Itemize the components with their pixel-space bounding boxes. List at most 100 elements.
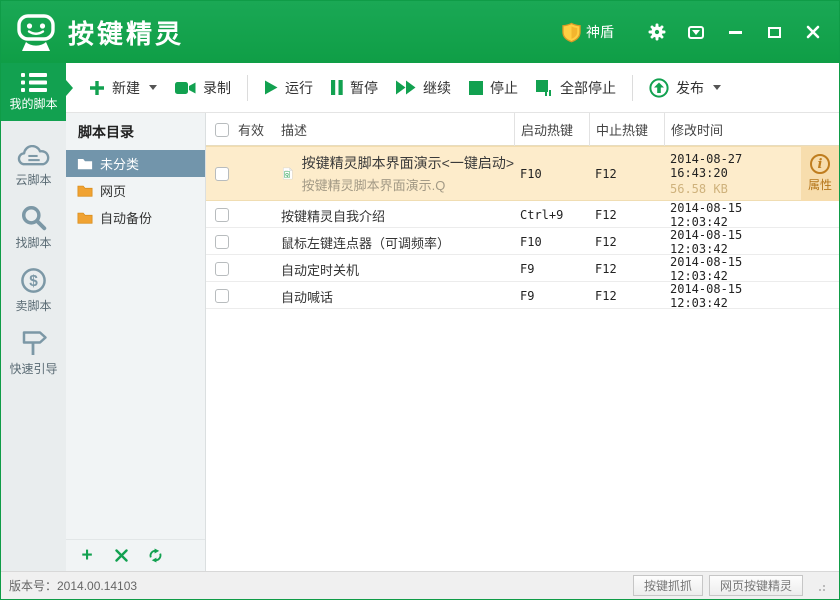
script-title: 自动定时关机: [281, 262, 360, 278]
script-directory-panel: 脚本目录 未分类 网页 自动备份 +: [66, 113, 206, 571]
minimize-to-tray-button[interactable]: [686, 22, 706, 42]
stop-all-icon: [536, 79, 551, 96]
stop-icon: [469, 80, 483, 95]
sidebar-item-quick-guide[interactable]: 快速引导: [1, 323, 66, 381]
app-window: 按键精灵 神盾 我的脚本 云脚本 找脚本 $ 卖脚本 快速引导 新建 录制 运行…: [0, 0, 840, 600]
refresh-button[interactable]: [146, 547, 164, 565]
directory-item-auto-backup[interactable]: 自动备份: [66, 204, 205, 231]
sidebar-item-find-scripts[interactable]: 找脚本: [1, 199, 66, 257]
modified-time: 2014-08-15 12:03:42: [670, 201, 743, 229]
sidebar-item-label: 快速引导: [9, 361, 58, 376]
refresh-icon: [149, 548, 161, 563]
script-filename: 按键精灵脚本界面演示.Q: [301, 178, 446, 193]
table-row[interactable]: 自动定时关机 F9 F12 2014-08-15 12:03:42: [206, 255, 839, 283]
close-icon: [806, 25, 820, 39]
continue-label: 继续: [423, 79, 451, 96]
key-capture-button[interactable]: 按键抓抓: [632, 575, 703, 596]
directory-item-label: 未分类: [100, 157, 140, 172]
modified-time: 2014-08-15 12:03:42: [670, 255, 743, 283]
row-checkbox[interactable]: [215, 166, 229, 181]
run-label: 运行: [285, 79, 313, 96]
sidebar-item-sell-scripts[interactable]: $ 卖脚本: [1, 261, 66, 319]
maximize-button[interactable]: [764, 22, 784, 42]
tray-icon: [688, 25, 704, 39]
stop-hotkey: F12: [595, 235, 617, 249]
modified-time: 2014-08-15 12:03:42: [670, 228, 743, 256]
fast-forward-icon: [396, 80, 416, 95]
resize-grip[interactable]: [815, 581, 825, 591]
start-hotkey: F10: [520, 166, 542, 181]
stop-hotkey: F12: [595, 262, 617, 276]
add-folder-button[interactable]: +: [78, 546, 96, 565]
select-all-checkbox[interactable]: [215, 122, 229, 137]
sidebar-item-label: 我的脚本: [9, 96, 58, 111]
info-icon: i: [810, 154, 830, 174]
record-button[interactable]: 录制: [166, 72, 240, 104]
pause-button[interactable]: 暂停: [322, 72, 387, 104]
modified-time: 2014-08-15 12:03:42: [670, 282, 743, 310]
folder-icon: [77, 185, 93, 197]
table-row[interactable]: 鼠标左键连点器（可调频率） F10 F12 2014-08-15 12:03:4…: [206, 228, 839, 256]
sidebar-item-my-scripts[interactable]: 我的脚本: [1, 63, 73, 121]
script-title: 鼠标左键连点器（可调频率）: [281, 235, 451, 251]
script-title: 按键精灵自我介绍: [281, 208, 386, 224]
directory-item-uncategorized[interactable]: 未分类: [66, 150, 205, 177]
row-checkbox[interactable]: [215, 289, 229, 303]
table-row[interactable]: 自动喊话 F9 F12 2014-08-15 12:03:42: [206, 282, 839, 310]
x-icon: [114, 549, 128, 562]
stop-all-button[interactable]: 全部停止: [527, 72, 625, 104]
list-icon: [20, 72, 47, 92]
start-hotkey: F9: [520, 262, 535, 276]
svg-text:$: $: [29, 272, 38, 289]
stop-label: 停止: [490, 79, 518, 96]
table-row[interactable]: 按键精灵自我介绍 Ctrl+9 F12 2014-08-15 12:03:42: [206, 201, 839, 229]
directory-footer: +: [66, 539, 205, 571]
camera-icon: [175, 81, 196, 94]
play-icon: [265, 80, 278, 95]
continue-button[interactable]: 继续: [387, 72, 460, 104]
run-button[interactable]: 运行: [255, 72, 322, 104]
directory-item-label: 自动备份: [100, 211, 153, 226]
pause-icon: [331, 80, 343, 95]
stop-hotkey: F12: [595, 289, 617, 303]
delete-folder-button[interactable]: [112, 547, 130, 565]
header-stop-hotkey: 中止热键: [589, 113, 664, 146]
modified-time: 2014-08-27 16:43:20: [670, 151, 743, 180]
row-checkbox[interactable]: [215, 208, 229, 222]
script-file-icon: Q: [283, 167, 293, 180]
publish-button[interactable]: 发布: [640, 72, 730, 104]
publish-icon: [649, 77, 669, 98]
file-size: 56.58 KB: [670, 181, 728, 196]
gear-icon: [648, 23, 666, 41]
shield-label: 神盾: [586, 24, 614, 40]
shield-button[interactable]: 神盾: [562, 22, 614, 43]
close-button[interactable]: [803, 22, 823, 42]
new-script-button[interactable]: 新建: [80, 72, 166, 104]
caret-down-icon: [713, 85, 721, 90]
folder-icon: [77, 159, 93, 170]
table-row[interactable]: Q 按键精灵脚本界面演示<一键启动> 按键精灵脚本界面演示.Q F10 F12 …: [206, 146, 839, 201]
record-label: 录制: [203, 79, 231, 96]
header-modified-time: 修改时间: [664, 113, 801, 146]
row-checkbox[interactable]: [215, 262, 229, 276]
dollar-icon: $: [21, 267, 46, 293]
script-table: 有效 描述 启动热键 中止热键 修改时间 Q 按键精灵脚本界面演示<一键启动>: [206, 113, 839, 571]
sidebar-item-cloud-scripts[interactable]: 云脚本: [1, 137, 66, 195]
stop-button[interactable]: 停止: [460, 72, 527, 104]
stop-all-label: 全部停止: [560, 79, 616, 96]
properties-label: 属性: [807, 178, 832, 192]
version-label: 版本号：2014.00.14103: [9, 579, 138, 593]
minimize-button[interactable]: [725, 22, 745, 42]
web-anjian-button[interactable]: 网页按键精灵: [708, 575, 803, 596]
toolbar-separator: [247, 74, 248, 101]
properties-button[interactable]: i 属性: [801, 146, 839, 201]
minimize-icon: [728, 30, 742, 34]
script-title: 自动喊话: [281, 289, 334, 305]
header-description: 描述: [281, 123, 308, 138]
app-title: 按键精灵: [68, 18, 185, 49]
toolbar: 新建 录制 运行 暂停 继续 停止 全部停止 发布: [66, 63, 839, 113]
titlebar[interactable]: 按键精灵 神盾: [1, 1, 839, 63]
row-checkbox[interactable]: [215, 235, 229, 249]
directory-item-web[interactable]: 网页: [66, 177, 205, 204]
settings-button[interactable]: [647, 22, 667, 42]
